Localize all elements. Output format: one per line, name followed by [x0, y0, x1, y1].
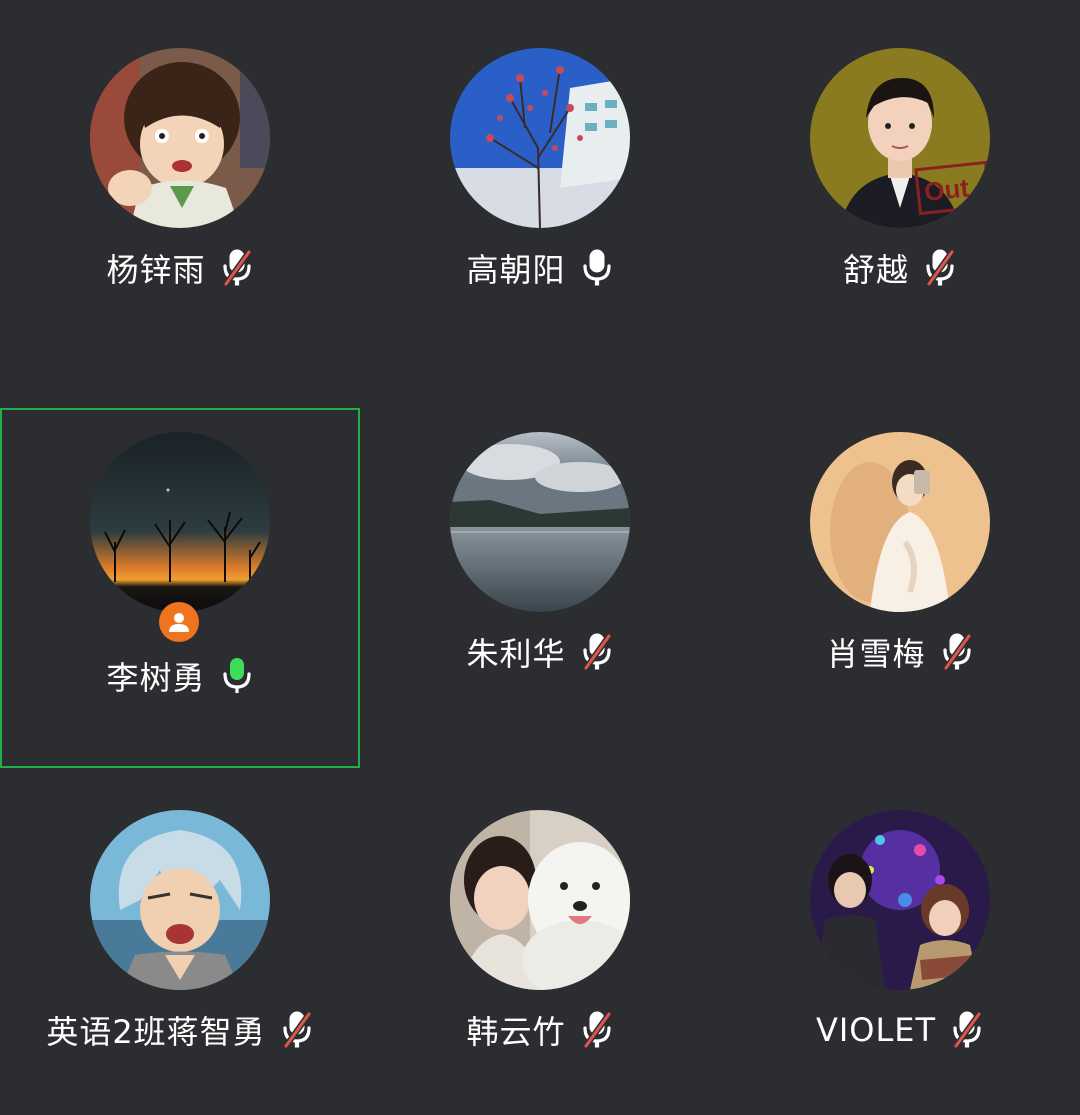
participant-grid: 杨锌雨 高朝阳 Out 舒越 李树勇 朱利华 肖雪梅 英语2班蒋智勇 韩云竹 V… — [0, 0, 1080, 1115]
participant-label: VIOLET — [720, 1008, 1080, 1052]
host-badge — [159, 602, 199, 642]
avatar — [450, 48, 630, 228]
avatar-image-lake — [450, 432, 630, 612]
avatar-image-sunset-trees — [90, 432, 270, 612]
avatar — [450, 432, 630, 612]
avatar — [450, 810, 630, 990]
mic-muted-icon[interactable] — [950, 1010, 984, 1050]
mic-muted-icon[interactable] — [580, 632, 614, 672]
participant-name: 杨锌雨 — [106, 251, 206, 289]
participant-tile[interactable]: Out 舒越 — [720, 0, 1080, 360]
participant-name: 韩云竹 — [466, 1013, 566, 1051]
mic-muted-icon[interactable] — [580, 1010, 614, 1050]
participant-label: 肖雪梅 — [720, 630, 1080, 674]
participant-name: 高朝阳 — [466, 251, 566, 289]
participant-tile[interactable]: 肖雪梅 — [720, 384, 1080, 744]
participant-tile[interactable]: 朱利华 — [360, 384, 720, 744]
avatar-image-anime-silver-hair — [90, 810, 270, 990]
avatar-image-couple-lights — [810, 810, 990, 990]
avatar-image-girl-with-dog — [450, 810, 630, 990]
avatar — [810, 810, 990, 990]
mic-muted-icon[interactable] — [923, 248, 957, 288]
participant-tile[interactable]: 高朝阳 — [360, 0, 720, 360]
participant-tile[interactable]: 韩云竹 — [360, 762, 720, 1115]
mic-icon[interactable] — [580, 248, 614, 288]
avatar-image-man-portrait: Out — [810, 48, 990, 228]
avatar: Out — [810, 48, 990, 228]
avatar-image-woman-selfie — [810, 432, 990, 612]
participant-label: 李树勇 — [2, 654, 358, 698]
participant-tile[interactable]: VIOLET — [720, 762, 1080, 1115]
participant-name: 李树勇 — [106, 659, 206, 697]
avatar — [810, 432, 990, 612]
participant-name: 舒越 — [842, 251, 909, 289]
participant-tile-active[interactable]: 李树勇 — [0, 408, 360, 768]
participant-name: 朱利华 — [466, 635, 566, 673]
mic-muted-icon[interactable] — [220, 248, 254, 288]
participant-tile[interactable]: 杨锌雨 — [0, 0, 360, 360]
participant-tile[interactable]: 英语2班蒋智勇 — [0, 762, 360, 1115]
avatar — [90, 432, 270, 612]
participant-label: 韩云竹 — [360, 1008, 720, 1052]
participant-name: 英语2班蒋智勇 — [46, 1013, 266, 1051]
avatar-image-blossom-tree — [450, 48, 630, 228]
avatar — [90, 810, 270, 990]
mic-muted-icon[interactable] — [940, 632, 974, 672]
mic-muted-icon[interactable] — [280, 1010, 314, 1050]
participant-label: 高朝阳 — [360, 246, 720, 290]
participant-label: 英语2班蒋智勇 — [0, 1008, 360, 1052]
participant-label: 杨锌雨 — [0, 246, 360, 290]
avatar — [90, 48, 270, 228]
participant-name: 肖雪梅 — [826, 635, 926, 673]
avatar-image-anime-girl — [90, 48, 270, 228]
participant-label: 舒越 — [720, 246, 1080, 290]
participant-name: VIOLET — [815, 1011, 937, 1049]
mic-speaking-icon[interactable] — [220, 656, 254, 696]
host-person-icon — [169, 613, 189, 632]
participant-label: 朱利华 — [360, 630, 720, 674]
avatar-overlay-text: Out — [923, 172, 971, 207]
